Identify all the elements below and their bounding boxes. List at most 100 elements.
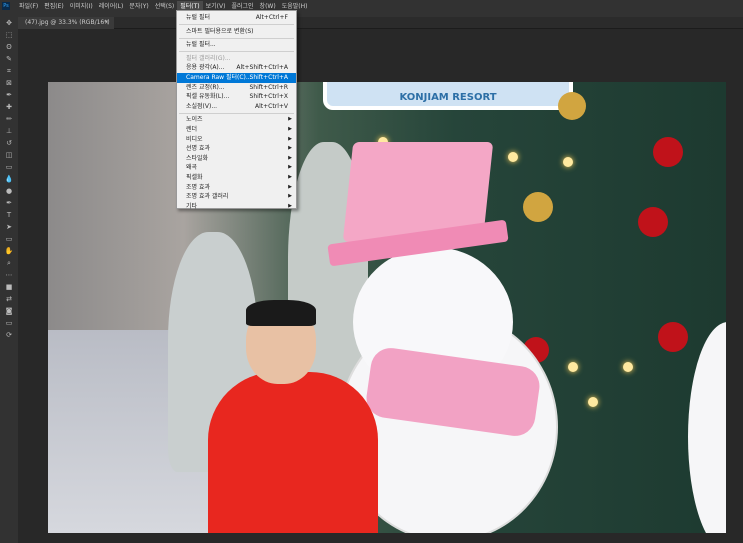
filter-menu-item[interactable]: 스타일화 ▶ — [177, 154, 296, 164]
menu-7[interactable]: 보기(V) — [203, 1, 229, 10]
submenu-arrow-icon: ▶ — [288, 145, 292, 152]
child-jacket — [208, 372, 378, 533]
eraser-tool-icon[interactable]: ◫ — [0, 149, 18, 161]
filter-menu-item[interactable]: 왜곡 ▶ — [177, 163, 296, 173]
quick-select-tool-icon[interactable]: ✎ — [0, 53, 18, 65]
menu-item-shortcut: Shift+Ctrl+A — [249, 73, 288, 81]
stamp-tool-icon[interactable]: ⊥ — [0, 125, 18, 137]
filter-menu-item[interactable]: 렌더 ▶ — [177, 125, 296, 135]
frame-tool-icon[interactable]: ⊠ — [0, 77, 18, 89]
menu-5[interactable]: 선택(S) — [152, 1, 178, 10]
menu-item-label: 조명 효과 — [186, 183, 210, 191]
filter-menu-item[interactable]: 필터 갤러리(G)... — [177, 54, 296, 64]
filter-menu-item[interactable]: 픽셀 유동화(L)... Shift+Ctrl+X — [177, 92, 296, 102]
menu-separator — [179, 24, 294, 26]
filter-menu-item[interactable]: 뉴럴 필터... — [177, 40, 296, 50]
filter-menu-item[interactable]: 비디오 ▶ — [177, 135, 296, 145]
menu-item-label: 픽셀화 — [186, 173, 203, 181]
filter-menu-item[interactable]: 기타 ▶ — [177, 202, 296, 212]
close-icon[interactable]: × — [104, 17, 109, 29]
path-select-tool-icon[interactable]: ➤ — [0, 221, 18, 233]
dodge-tool-icon[interactable]: ● — [0, 185, 18, 197]
menu-item-label: 비디오 — [186, 135, 203, 143]
ornament — [658, 322, 688, 352]
filter-menu-item[interactable]: Camera Raw 필터(C)... Shift+Ctrl+A — [177, 72, 296, 83]
menu-1[interactable]: 편집(E) — [41, 1, 67, 10]
menu-item-shortcut: Alt+Ctrl+F — [255, 14, 288, 21]
menu-item-label: 소실점(V)... — [186, 102, 218, 110]
submenu-arrow-icon: ▶ — [288, 135, 292, 142]
menu-item-shortcut: Shift+Ctrl+X — [249, 93, 288, 101]
light — [568, 362, 578, 372]
menu-3[interactable]: 레이어(L) — [96, 1, 127, 10]
filter-menu-item[interactable]: 렌즈 교정(R)... Shift+Ctrl+R — [177, 83, 296, 93]
menu-2[interactable]: 이미지(I) — [67, 1, 96, 10]
filter-menu-item[interactable]: 노이즈 ▶ — [177, 115, 296, 125]
more-tool-icon[interactable]: ⋯ — [0, 269, 18, 281]
type-tool-icon[interactable]: T — [0, 209, 18, 221]
crop-tool-icon[interactable]: ⌗ — [0, 65, 18, 77]
photo-canvas[interactable]: KONJIAM RESORT — [48, 82, 726, 533]
blur-tool-icon[interactable]: 💧 — [0, 173, 18, 185]
color-swatches-tool-icon[interactable]: ■ — [0, 281, 18, 293]
menu-bar: Ps 파일(F) 편집(E) 이미지(I) 레이어(L) 문자(Y) 선택(S) 필터(T)… — [0, 0, 743, 11]
lasso-tool-icon[interactable]: ʘ — [0, 41, 18, 53]
menu-10[interactable]: 도움말(H) — [279, 1, 311, 10]
menu-item-label: 필터 갤러리(G)... — [186, 54, 231, 62]
filter-menu-item[interactable]: 소실점(V)... Alt+Ctrl+V — [177, 102, 296, 112]
menu-item-label: Camera Raw 필터(C)... — [186, 73, 252, 81]
filter-menu-item[interactable]: 선명 효과 ▶ — [177, 144, 296, 154]
submenu-arrow-icon: ▶ — [288, 202, 292, 209]
filter-menu-item[interactable]: 픽셀화 ▶ — [177, 173, 296, 183]
menu-item-shortcut: Alt+Ctrl+V — [255, 102, 288, 110]
menu-9[interactable]: 창(W) — [257, 1, 279, 10]
light — [563, 157, 573, 167]
menu-6[interactable]: 필터(T) — [177, 1, 203, 10]
submenu-arrow-icon: ▶ — [288, 116, 292, 123]
menu-item-label: 뉴럴 필터 — [186, 14, 210, 21]
marquee-tool-icon[interactable]: ⬚ — [0, 29, 18, 41]
move-tool-icon[interactable]: ✥ — [0, 17, 18, 29]
ornament — [558, 92, 586, 120]
menu-4[interactable]: 문자(Y) — [126, 1, 151, 10]
menu-separator — [179, 37, 294, 39]
tools-panel: ✥ ⬚ ʘ ✎ ⌗ ⊠ ✒ ✚ ✏ ⊥ ↺ ◫ ▭ 💧 ● ✒ T ➤ ▭ ✋ ⌕ ⋯ ■ ⇄ ◙ ▭ ⟳ — [0, 17, 18, 543]
hand-tool-icon[interactable]: ✋ — [0, 245, 18, 257]
filter-menu-item[interactable]: 조명 효과 갤러리 ▶ — [177, 192, 296, 202]
pen-tool-icon[interactable]: ✒ — [0, 197, 18, 209]
rectangle-tool-icon[interactable]: ▭ — [0, 233, 18, 245]
menu-item-label: 스타일화 — [186, 154, 209, 162]
filter-menu-item[interactable]: 조명 효과 ▶ — [177, 183, 296, 193]
menu-0[interactable]: 파일(F) — [16, 1, 41, 10]
ornament — [638, 207, 668, 237]
zoom-tool-icon[interactable]: ⌕ — [0, 257, 18, 269]
menu-item-label: 노이즈 — [186, 116, 203, 124]
menu-item-label: 픽셀 유동화(L)... — [186, 93, 230, 101]
menu-item-label: 조명 효과 갤러리 — [186, 193, 229, 201]
document-tab[interactable]: (47).jpg @ 33.3% (RGB/16*) × — [18, 17, 114, 29]
document-tab-title: (47).jpg @ 33.3% (RGB/16*) — [25, 19, 110, 26]
submenu-arrow-icon: ▶ — [288, 173, 292, 180]
photoshop-logo-icon: Ps — [2, 1, 10, 10]
healing-tool-icon[interactable]: ✚ — [0, 101, 18, 113]
quick-mask-tool-icon[interactable]: ◙ — [0, 305, 18, 317]
gradient-tool-icon[interactable]: ▭ — [0, 161, 18, 173]
ornament — [523, 192, 553, 222]
swap-tool-icon[interactable]: ⇄ — [0, 293, 18, 305]
menu-item-label: 스마트 필터용으로 변환(S) — [186, 27, 254, 35]
share-tool-icon[interactable]: ⟳ — [0, 329, 18, 341]
screen-mode-tool-icon[interactable]: ▭ — [0, 317, 18, 329]
menu-item-label: 뉴럴 필터... — [186, 41, 216, 49]
submenu-arrow-icon: ▶ — [288, 193, 292, 200]
brush-tool-icon[interactable]: ✏ — [0, 113, 18, 125]
eyedropper-tool-icon[interactable]: ✒ — [0, 89, 18, 101]
child-hair — [246, 300, 316, 326]
submenu-arrow-icon: ▶ — [288, 125, 292, 132]
menu-8[interactable]: 플러그인 — [228, 1, 256, 10]
filter-menu-item[interactable]: 뉴럴 필터 Alt+Ctrl+F — [177, 13, 296, 23]
history-brush-tool-icon[interactable]: ↺ — [0, 137, 18, 149]
filter-menu-item[interactable]: 응용 광각(A)... Alt+Shift+Ctrl+A — [177, 63, 296, 73]
menu-separator — [179, 112, 294, 114]
filter-menu-item[interactable]: 스마트 필터용으로 변환(S) — [177, 27, 296, 37]
filter-menu-dropdown: 뉴럴 필터 Alt+Ctrl+F 스마트 필터용으로 변환(S) 뉴럴 필터... 필터… — [176, 10, 297, 212]
